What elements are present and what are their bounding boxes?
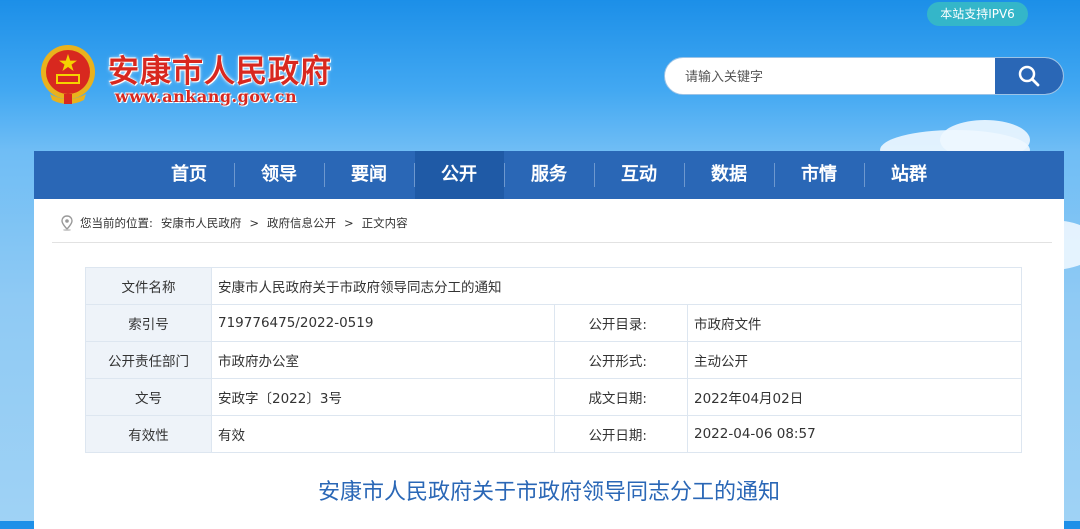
created-date-label: 成文日期: — [554, 378, 688, 416]
dept-label: 公开责任部门 — [85, 341, 212, 379]
site-title[interactable]: 安康市人民政府 — [108, 46, 332, 91]
document-meta-table: 文件名称 安康市人民政府关于市政府领导同志分工的通知 索引号 719776475… — [85, 267, 1022, 453]
nav-interact[interactable]: 互动 — [595, 151, 684, 199]
nav-site-group[interactable]: 站群 — [865, 151, 954, 199]
docno-value: 安政字〔2022〕3号 — [211, 378, 555, 416]
search-input[interactable] — [683, 58, 987, 94]
location-pin-icon — [61, 215, 73, 231]
document-title: 安康市人民政府关于市政府领导同志分工的通知 — [317, 480, 780, 505]
catalog-value: 市政府文件 — [687, 304, 1022, 342]
nav-news[interactable]: 要闻 — [325, 151, 414, 199]
search-icon — [1018, 65, 1040, 87]
main-nav: 首页 领导 要闻 公开 服务 互动 数据 市情 站群 — [34, 151, 1064, 199]
table-row: 有效性 有效 公开日期: 2022-04-06 08:57 — [85, 415, 1022, 453]
ipv6-badge[interactable]: 本站支持IPV6 — [927, 2, 1028, 26]
dept-value: 市政府办公室 — [211, 341, 555, 379]
breadcrumb-separator: > — [344, 216, 354, 230]
published-date-label: 公开日期: — [554, 415, 688, 453]
search-box — [664, 57, 1064, 95]
breadcrumb-gov-info[interactable]: 政府信息公开 — [267, 215, 336, 231]
nav-data[interactable]: 数据 — [685, 151, 774, 199]
index-label: 索引号 — [85, 304, 212, 342]
national-emblem-icon — [41, 45, 95, 104]
breadcrumb: 您当前的位置: 安康市人民政府 > 政府信息公开 > 正文内容 — [60, 215, 416, 231]
content-panel: 您当前的位置: 安康市人民政府 > 政府信息公开 > 正文内容 文件名称 安康市… — [34, 199, 1064, 529]
created-date-value: 2022年04月02日 — [687, 378, 1022, 416]
breadcrumb-prefix: 您当前的位置: — [80, 216, 153, 230]
docno-label: 文号 — [85, 378, 212, 416]
file-name-value: 安康市人民政府关于市政府领导同志分工的通知 — [211, 267, 1022, 305]
nav-home[interactable]: 首页 — [145, 151, 234, 199]
nav-city-info[interactable]: 市情 — [775, 151, 864, 199]
table-row: 文件名称 安康市人民政府关于市政府领导同志分工的通知 — [85, 267, 1022, 305]
nav-public[interactable]: 公开 — [414, 151, 504, 199]
validity-value: 有效 — [211, 415, 555, 453]
form-label: 公开形式: — [554, 341, 688, 379]
published-date-value: 2022-04-06 08:57 — [687, 415, 1022, 453]
nav-service[interactable]: 服务 — [505, 151, 594, 199]
table-row: 索引号 719776475/2022-0519 公开目录: 市政府文件 — [85, 304, 1022, 342]
table-row: 文号 安政字〔2022〕3号 成文日期: 2022年04月02日 — [85, 378, 1022, 416]
table-row: 公开责任部门 市政府办公室 公开形式: 主动公开 — [85, 341, 1022, 379]
breadcrumb-separator: > — [249, 216, 260, 230]
breadcrumb-home[interactable]: 安康市人民政府 — [161, 215, 242, 231]
search-button[interactable] — [995, 58, 1063, 94]
validity-label: 有效性 — [85, 415, 212, 453]
form-value: 主动公开 — [687, 341, 1022, 379]
breadcrumb-current: 正文内容 — [361, 216, 408, 230]
site-url[interactable]: www.ankang.gov.cn — [115, 87, 297, 106]
index-value: 719776475/2022-0519 — [211, 304, 555, 342]
nav-leaders[interactable]: 领导 — [235, 151, 324, 199]
catalog-label: 公开目录: — [554, 304, 688, 342]
breadcrumb-divider — [52, 242, 1052, 243]
file-name-label: 文件名称 — [85, 267, 212, 305]
